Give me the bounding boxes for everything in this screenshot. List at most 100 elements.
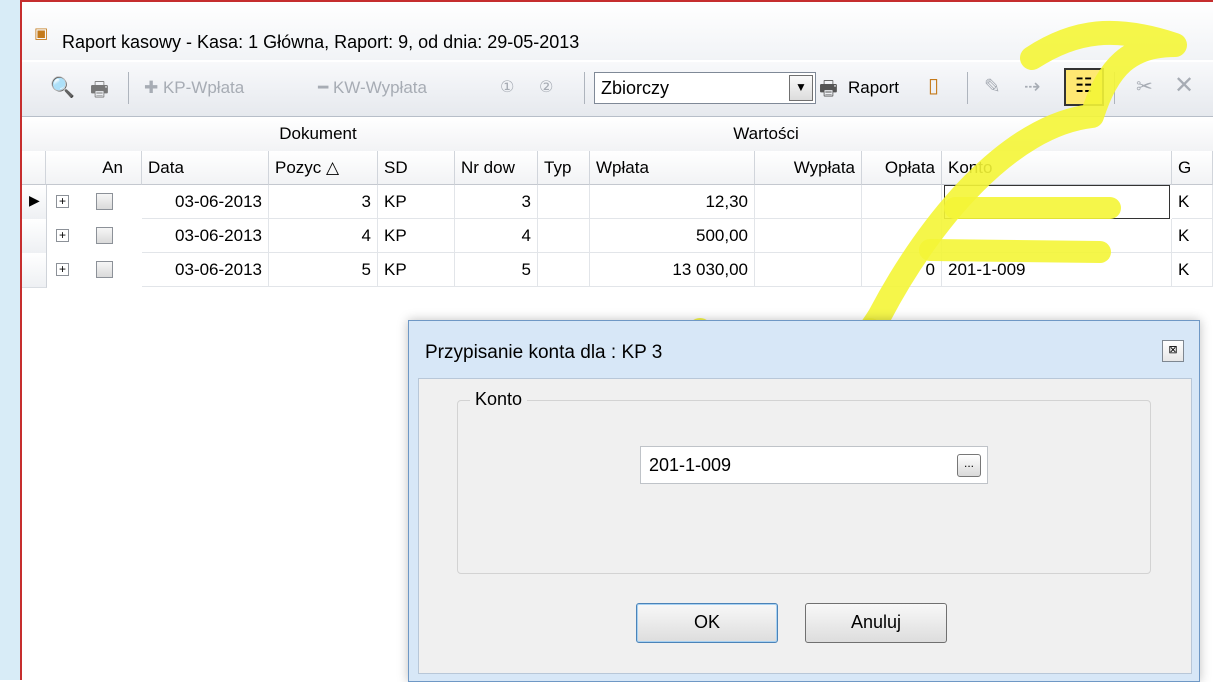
date-cell: 03-06-2013 <box>142 253 269 287</box>
sd-cell: KP <box>378 185 455 219</box>
close-icon[interactable]: ⊠ <box>1162 340 1184 362</box>
column-header-account[interactable]: Konto <box>942 151 1172 185</box>
group-header-values: Wartości <box>590 117 943 152</box>
analysis-checkbox[interactable] <box>96 261 113 278</box>
preview-icon[interactable]: 🔍 <box>50 75 75 100</box>
column-header-fee[interactable]: Opłata <box>862 151 942 185</box>
table-row[interactable]: + 03-06-2013 5 KP 5 13 030,00 0 201-1-00… <box>22 253 1213 288</box>
fee-cell: 0 <box>862 253 942 287</box>
ellipsis-icon[interactable]: ... <box>957 454 981 477</box>
analysis-checkbox[interactable] <box>96 193 113 210</box>
dialog-title: Przypisanie konta dla : KP 3 <box>425 342 663 363</box>
doc-number-cell: 3 <box>455 185 538 219</box>
add-kw-button[interactable]: ━ KW-Wypłata <box>318 74 427 102</box>
sd-cell: KP <box>378 219 455 253</box>
ok-button[interactable]: OK <box>636 603 778 643</box>
toolbar: 🔍 🖶 ✚ KP-Wpłata ━ KW-Wypłata ① ② Zbiorcz… <box>22 62 1213 117</box>
account-cell[interactable] <box>942 219 1172 253</box>
position-cell: 4 <box>269 219 378 253</box>
payout-cell <box>755 253 862 287</box>
position-header-label: Pozyc <box>275 158 322 177</box>
table-row[interactable]: ▶ + 03-06-2013 3 KP 3 12,30 K <box>22 185 1213 220</box>
plus-icon: ✚ <box>144 78 163 97</box>
toolbar-separator <box>584 72 585 104</box>
analysis-checkbox[interactable] <box>96 227 113 244</box>
expand-icon[interactable]: + <box>56 195 69 208</box>
g-cell: K <box>1172 185 1213 219</box>
row-selector[interactable] <box>22 219 47 254</box>
column-header-an[interactable]: An <box>46 151 142 185</box>
group-header-document: Dokument <box>46 117 591 152</box>
cash-report-icon: ▣ <box>34 25 49 42</box>
payout-cell <box>755 185 862 219</box>
type-cell <box>538 219 590 253</box>
column-header-g[interactable]: G <box>1172 151 1213 185</box>
current-row-icon: ▶ <box>29 192 40 208</box>
kp-button-label: KP-Wpłata <box>162 78 245 97</box>
circle-one-button[interactable]: ① <box>500 74 514 102</box>
delete-icon[interactable]: ✕ <box>1174 71 1194 100</box>
column-header-position[interactable]: Pozyc △ <box>269 151 378 185</box>
group-header-extra <box>942 117 1213 152</box>
sd-cell: KP <box>378 253 455 287</box>
cancel-button[interactable]: Anuluj <box>805 603 947 643</box>
toolbar-separator <box>1114 72 1115 104</box>
chevron-down-icon[interactable]: ▼ <box>789 75 813 101</box>
g-cell: K <box>1172 219 1213 253</box>
income-cell: 500,00 <box>590 219 755 253</box>
position-cell: 3 <box>269 185 378 219</box>
account-cell[interactable]: 201-1-009 <box>942 253 1172 287</box>
tree-view-icon[interactable]: ☷ <box>1064 68 1104 106</box>
column-header-doc-no[interactable]: Nr dow <box>455 151 538 185</box>
new-document-icon[interactable]: ▯ <box>928 73 939 98</box>
position-cell: 5 <box>269 253 378 287</box>
cut-icon[interactable]: ✂ <box>1136 74 1153 99</box>
doc-number-cell: 5 <box>455 253 538 287</box>
report-window: ▣ Raport kasowy - Kasa: 1 Główna, Raport… <box>0 0 1213 682</box>
toolbar-separator <box>128 72 129 104</box>
fee-cell <box>862 185 942 219</box>
account-value[interactable]: 201-1-009 <box>649 455 731 476</box>
assign-account-dialog: Przypisanie konta dla : KP 3 ⊠ Konto 201… <box>408 320 1200 682</box>
kw-button-label: KW-Wypłata <box>332 78 427 97</box>
date-cell: 03-06-2013 <box>142 219 269 253</box>
title-bar: ▣ Raport kasowy - Kasa: 1 Główna, Raport… <box>22 2 1213 60</box>
print-icon[interactable]: 🖶 <box>90 75 109 109</box>
type-cell <box>538 185 590 219</box>
type-cell <box>538 253 590 287</box>
expand-icon[interactable]: + <box>56 263 69 276</box>
edit-icon[interactable]: ✎ <box>984 74 1001 99</box>
circle-two-button[interactable]: ② <box>539 74 553 102</box>
sort-up-icon: △ <box>326 158 340 177</box>
column-header-sd[interactable]: SD <box>378 151 455 185</box>
row-selector[interactable] <box>22 253 47 288</box>
account-group-label: Konto <box>470 389 528 410</box>
column-header-date[interactable]: Data <box>142 151 269 185</box>
account-input[interactable]: 201-1-009 ... <box>640 446 988 484</box>
column-header-type[interactable]: Typ <box>538 151 590 185</box>
income-cell: 13 030,00 <box>590 253 755 287</box>
expand-icon[interactable]: + <box>56 229 69 242</box>
income-cell: 12,30 <box>590 185 755 219</box>
toolbar-separator <box>967 72 968 104</box>
report-print-icon[interactable]: 🖶 <box>819 74 838 108</box>
account-group: Konto 201-1-009 ... <box>457 389 1151 574</box>
assign-icon[interactable]: ⇢ <box>1024 74 1041 99</box>
grid-corner <box>22 117 47 152</box>
report-mode-value: Zbiorczy <box>601 78 670 98</box>
window-title: Raport kasowy - Kasa: 1 Główna, Raport: … <box>62 32 580 52</box>
column-header-income[interactable]: Wpłata <box>590 151 755 185</box>
report-button[interactable]: Raport <box>848 74 899 102</box>
table-row[interactable]: + 03-06-2013 4 KP 4 500,00 K <box>22 219 1213 254</box>
date-cell: 03-06-2013 <box>142 185 269 219</box>
account-cell[interactable] <box>944 185 1170 219</box>
payout-cell <box>755 219 862 253</box>
column-header-payout[interactable]: Wypłata <box>755 151 862 185</box>
row-selector[interactable]: ▶ <box>22 185 47 220</box>
doc-number-cell: 4 <box>455 219 538 253</box>
fee-cell <box>862 219 942 253</box>
row-selector-header <box>22 151 46 185</box>
add-kp-button[interactable]: ✚ KP-Wpłata <box>144 74 244 102</box>
g-cell: K <box>1172 253 1213 287</box>
report-mode-select[interactable]: Zbiorczy ▼ <box>594 72 816 104</box>
